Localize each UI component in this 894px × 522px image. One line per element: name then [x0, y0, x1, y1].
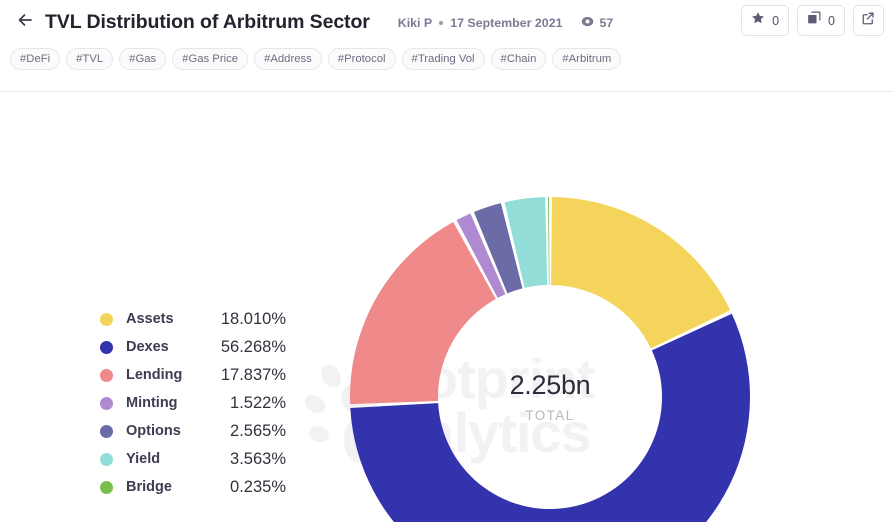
- tag-item[interactable]: #Gas Price: [172, 48, 248, 70]
- meta-separator-dot: [439, 21, 443, 25]
- share-button[interactable]: [853, 5, 884, 36]
- article-meta: Kiki P 17 September 2021 57: [398, 15, 614, 31]
- tag-item[interactable]: #DeFi: [10, 48, 60, 70]
- tag-list: #DeFi #TVL #Gas #Gas Price #Address #Protocol…: [10, 48, 621, 70]
- legend-label: Assets: [126, 311, 208, 327]
- tag-item[interactable]: #Protocol: [328, 48, 396, 70]
- legend-label: Yield: [126, 451, 208, 467]
- chart-legend: Assets18.010%Dexes56.268%Lending17.837%M…: [100, 305, 286, 501]
- legend-item[interactable]: Bridge0.235%: [100, 473, 286, 501]
- star-count: 0: [772, 14, 779, 28]
- chart-detail-page: TVL Distribution of Arbitrum Sector Kiki…: [0, 0, 894, 522]
- back-button[interactable]: [10, 8, 40, 38]
- legend-value: 1.522%: [208, 394, 286, 413]
- legend-color-swatch: [100, 341, 113, 354]
- author-name[interactable]: Kiki P: [398, 16, 432, 30]
- legend-label: Dexes: [126, 339, 208, 355]
- legend-value: 56.268%: [208, 338, 286, 357]
- tag-item[interactable]: #Gas: [119, 48, 166, 70]
- legend-value: 2.565%: [208, 422, 286, 441]
- view-count: 57: [599, 16, 613, 30]
- star-button[interactable]: 0: [741, 5, 789, 36]
- star-icon: [751, 11, 765, 30]
- legend-color-swatch: [100, 425, 113, 438]
- chart-area: footprint analytics Assets18.010%Dexes56…: [0, 92, 894, 522]
- donut-slice[interactable]: [548, 197, 549, 285]
- legend-value: 17.837%: [208, 366, 286, 385]
- tag-item[interactable]: #Address: [254, 48, 322, 70]
- donut-slice[interactable]: [551, 197, 730, 348]
- legend-color-swatch: [100, 313, 113, 326]
- tag-item[interactable]: #Chain: [491, 48, 547, 70]
- title-row: TVL Distribution of Arbitrum Sector Kiki…: [10, 0, 613, 45]
- arrow-left-icon: [15, 10, 35, 35]
- view-count-group: 57: [581, 15, 613, 31]
- tag-item[interactable]: #Arbitrum: [552, 48, 621, 70]
- donut-chart: 2.25bn TOTAL: [350, 197, 750, 522]
- legend-color-swatch: [100, 397, 113, 410]
- legend-item[interactable]: Dexes56.268%: [100, 333, 286, 361]
- legend-value: 0.235%: [208, 478, 286, 497]
- legend-label: Minting: [126, 395, 208, 411]
- external-link-icon: [861, 11, 876, 31]
- legend-item[interactable]: Yield3.563%: [100, 445, 286, 473]
- legend-label: Options: [126, 423, 208, 439]
- tag-item[interactable]: #TVL: [66, 48, 113, 70]
- fork-button[interactable]: 0: [797, 5, 845, 36]
- donut-svg: [350, 197, 750, 522]
- tag-item[interactable]: #Trading Vol: [402, 48, 485, 70]
- legend-value: 3.563%: [208, 450, 286, 469]
- publish-date: 17 September 2021: [450, 16, 562, 30]
- legend-item[interactable]: Options2.565%: [100, 417, 286, 445]
- legend-label: Bridge: [126, 479, 208, 495]
- legend-item[interactable]: Minting1.522%: [100, 389, 286, 417]
- legend-color-swatch: [100, 369, 113, 382]
- eye-icon: [581, 15, 594, 31]
- legend-label: Lending: [126, 367, 208, 383]
- legend-value: 18.010%: [208, 310, 286, 329]
- legend-item[interactable]: Assets18.010%: [100, 305, 286, 333]
- copy-icon: [807, 11, 821, 30]
- legend-color-swatch: [100, 453, 113, 466]
- page-header: TVL Distribution of Arbitrum Sector Kiki…: [0, 0, 894, 92]
- page-title: TVL Distribution of Arbitrum Sector: [45, 11, 370, 34]
- action-buttons: 0 0: [741, 5, 884, 36]
- legend-item[interactable]: Lending17.837%: [100, 361, 286, 389]
- legend-color-swatch: [100, 481, 113, 494]
- fork-count: 0: [828, 14, 835, 28]
